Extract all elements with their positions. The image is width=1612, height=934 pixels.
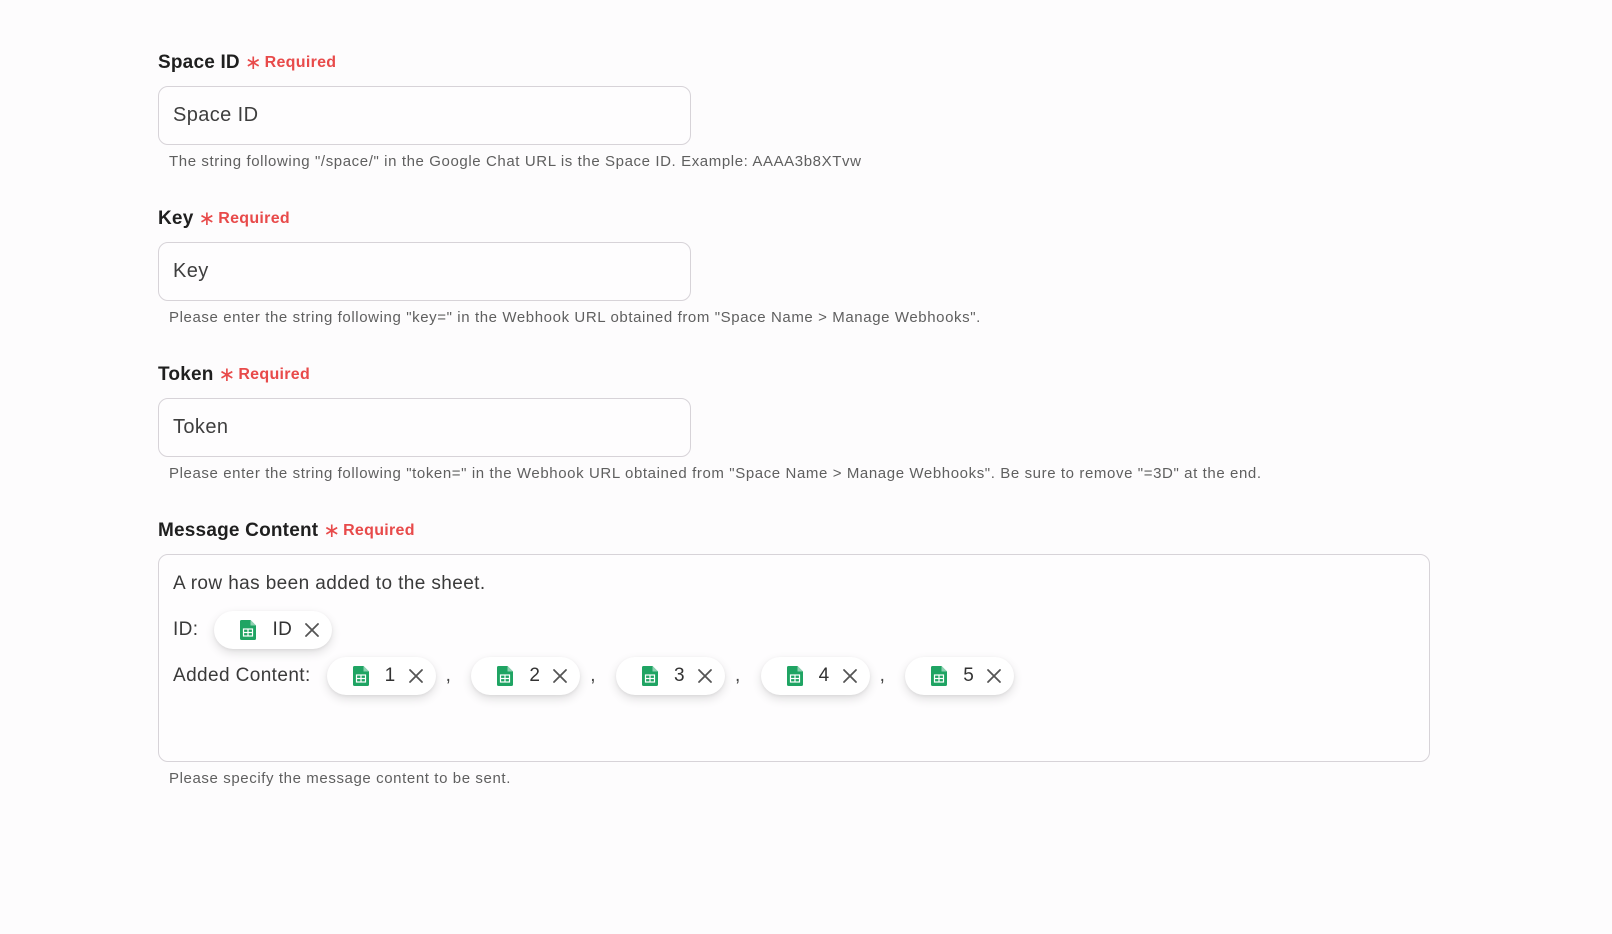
message-text: A row has been added to the sheet. xyxy=(173,573,486,594)
message-label-row: Message Content ∗ Required xyxy=(158,518,1428,544)
chip-label: 5 xyxy=(963,665,975,686)
variable-chip-3[interactable]: 3 xyxy=(615,657,725,695)
webhook-settings-form: Space ID ∗ Required The string following… xyxy=(158,50,1430,823)
chip-label: 4 xyxy=(818,665,830,686)
key-field: Key ∗ Required Please enter the string f… xyxy=(158,206,1428,326)
google-sheets-icon xyxy=(641,666,658,686)
id-prefix-text: ID: xyxy=(173,619,199,640)
chip-label: ID xyxy=(272,619,293,640)
required-asterisk-icon: ∗ xyxy=(244,52,262,74)
message-line-text: A row has been added to the sheet. xyxy=(173,569,1415,599)
required-asterisk-icon: ∗ xyxy=(323,520,341,542)
close-icon[interactable] xyxy=(408,668,424,684)
message-content-field: Message Content ∗ Required A row has bee… xyxy=(158,518,1430,787)
message-content-label: Message Content xyxy=(158,520,319,541)
required-badge: Required xyxy=(218,210,290,227)
close-icon[interactable] xyxy=(842,668,858,684)
space-id-field: Space ID ∗ Required The string following… xyxy=(158,50,1428,170)
variable-chip-2[interactable]: 2 xyxy=(471,657,581,695)
space-id-input[interactable] xyxy=(158,86,691,145)
required-badge: Required xyxy=(238,366,311,383)
required-asterisk-icon: ∗ xyxy=(198,208,216,230)
message-content-hint: Please specify the message content to be… xyxy=(169,770,511,787)
token-label-row: Token ∗ Required xyxy=(158,362,1428,388)
separator: , xyxy=(879,665,886,686)
token-input[interactable] xyxy=(158,398,691,457)
variable-chip-5[interactable]: 5 xyxy=(905,657,1015,695)
key-label-row: Key ∗ Required xyxy=(158,206,1428,232)
close-icon[interactable] xyxy=(697,668,713,684)
space-id-label-row: Space ID ∗ Required xyxy=(158,50,1428,76)
variable-chip-1[interactable]: 1 xyxy=(326,657,436,695)
key-input[interactable] xyxy=(158,242,691,301)
token-hint: Please enter the string following "token… xyxy=(169,465,1262,482)
close-icon[interactable] xyxy=(304,622,320,638)
chip-label: 2 xyxy=(529,665,541,686)
required-badge: Required xyxy=(264,54,337,71)
space-id-hint: The string following "/space/" in the Go… xyxy=(169,153,862,170)
separator: , xyxy=(734,665,741,686)
required-badge: Required xyxy=(343,522,415,539)
chip-label: 3 xyxy=(673,665,685,686)
variable-chip-4[interactable]: 4 xyxy=(760,657,870,695)
google-sheets-icon xyxy=(786,666,803,686)
separator: , xyxy=(590,665,596,686)
close-icon[interactable] xyxy=(986,668,1002,684)
added-content-prefix-text: Added Content: xyxy=(173,665,311,686)
message-line-added: Added Content: 1 , 2 , 3 , 4 , 5 xyxy=(173,657,1415,695)
chip-label: 1 xyxy=(384,665,396,686)
message-line-id: ID: ID xyxy=(173,611,1415,649)
required-asterisk-icon: ∗ xyxy=(218,364,236,386)
variable-chip-id[interactable]: ID xyxy=(214,611,333,649)
separator: , xyxy=(445,665,452,686)
google-sheets-icon xyxy=(240,620,257,640)
message-content-editor[interactable]: A row has been added to the sheet. ID: I… xyxy=(158,554,1430,762)
key-label: Key xyxy=(158,208,194,229)
close-icon[interactable] xyxy=(552,668,568,684)
token-label: Token xyxy=(158,364,214,385)
space-id-label: Space ID xyxy=(158,52,240,73)
google-sheets-icon xyxy=(931,666,948,686)
token-field: Token ∗ Required Please enter the string… xyxy=(158,362,1428,482)
google-sheets-icon xyxy=(352,666,369,686)
key-hint: Please enter the string following "key="… xyxy=(169,309,981,326)
google-sheets-icon xyxy=(497,666,514,686)
